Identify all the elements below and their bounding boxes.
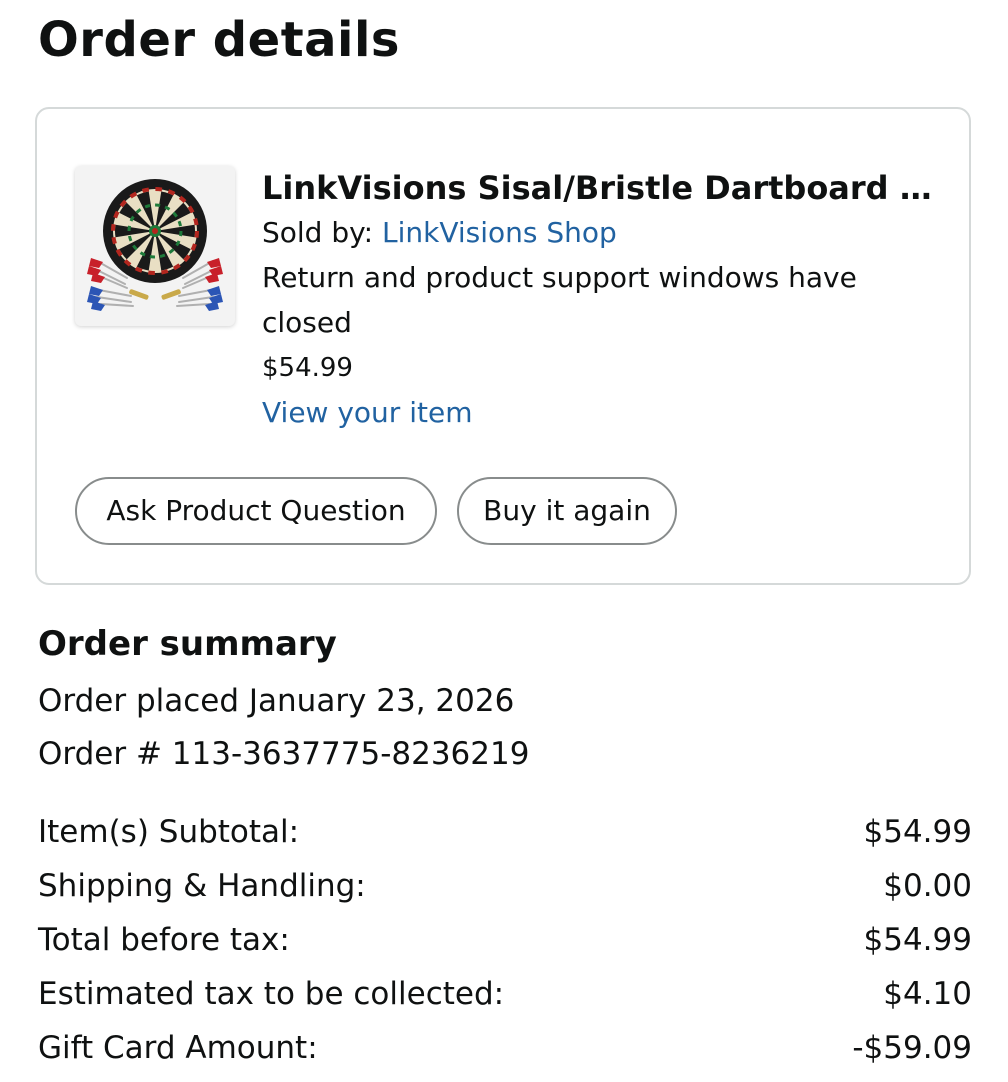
return-window-note: Return and product support windows have …: [262, 261, 857, 339]
order-number: Order # 113-3637775-8236219: [38, 736, 530, 772]
item-info: LinkVisions Sisal/Bristle Dartboard w...…: [262, 165, 952, 435]
dartboard-icon: [87, 179, 223, 311]
total-value: $0.00: [883, 868, 972, 904]
order-totals: Item(s) Subtotal: $54.99 Shipping & Hand…: [38, 805, 972, 1075]
item-price: $54.99: [262, 353, 353, 383]
order-summary-heading: Order summary: [38, 624, 337, 664]
view-item-link[interactable]: View your item: [262, 391, 472, 435]
total-row-tax: Estimated tax to be collected: $4.10: [38, 967, 972, 1021]
total-value: $54.99: [863, 814, 972, 850]
total-value: -$59.09: [852, 1030, 972, 1066]
total-row-subtotal: Item(s) Subtotal: $54.99: [38, 805, 972, 859]
ask-product-question-button[interactable]: Ask Product Question: [75, 477, 437, 545]
buy-it-again-button[interactable]: Buy it again: [457, 477, 677, 545]
total-row-shipping: Shipping & Handling: $0.00: [38, 859, 972, 913]
total-row-gift-card: Gift Card Amount: -$59.09: [38, 1021, 972, 1075]
total-label: Gift Card Amount:: [38, 1030, 318, 1066]
item-title[interactable]: LinkVisions Sisal/Bristle Dartboard w...: [262, 165, 952, 211]
total-row-before-tax: Total before tax: $54.99: [38, 913, 972, 967]
order-item-card: LinkVisions Sisal/Bristle Dartboard w...…: [35, 107, 971, 585]
sold-by-line: Sold by: LinkVisions Shop: [262, 211, 952, 255]
total-label: Shipping & Handling:: [38, 868, 366, 904]
order-placed-date: Order placed January 23, 2026: [38, 683, 515, 719]
total-label: Total before tax:: [38, 922, 290, 958]
product-image[interactable]: [75, 166, 235, 326]
seller-link[interactable]: LinkVisions Shop: [382, 216, 617, 249]
total-value: $54.99: [863, 922, 972, 958]
page-title: Order details: [38, 12, 400, 68]
sold-by-label: Sold by:: [262, 216, 382, 249]
total-label: Estimated tax to be collected:: [38, 976, 505, 1012]
total-label: Item(s) Subtotal:: [38, 814, 300, 850]
total-value: $4.10: [883, 976, 972, 1012]
